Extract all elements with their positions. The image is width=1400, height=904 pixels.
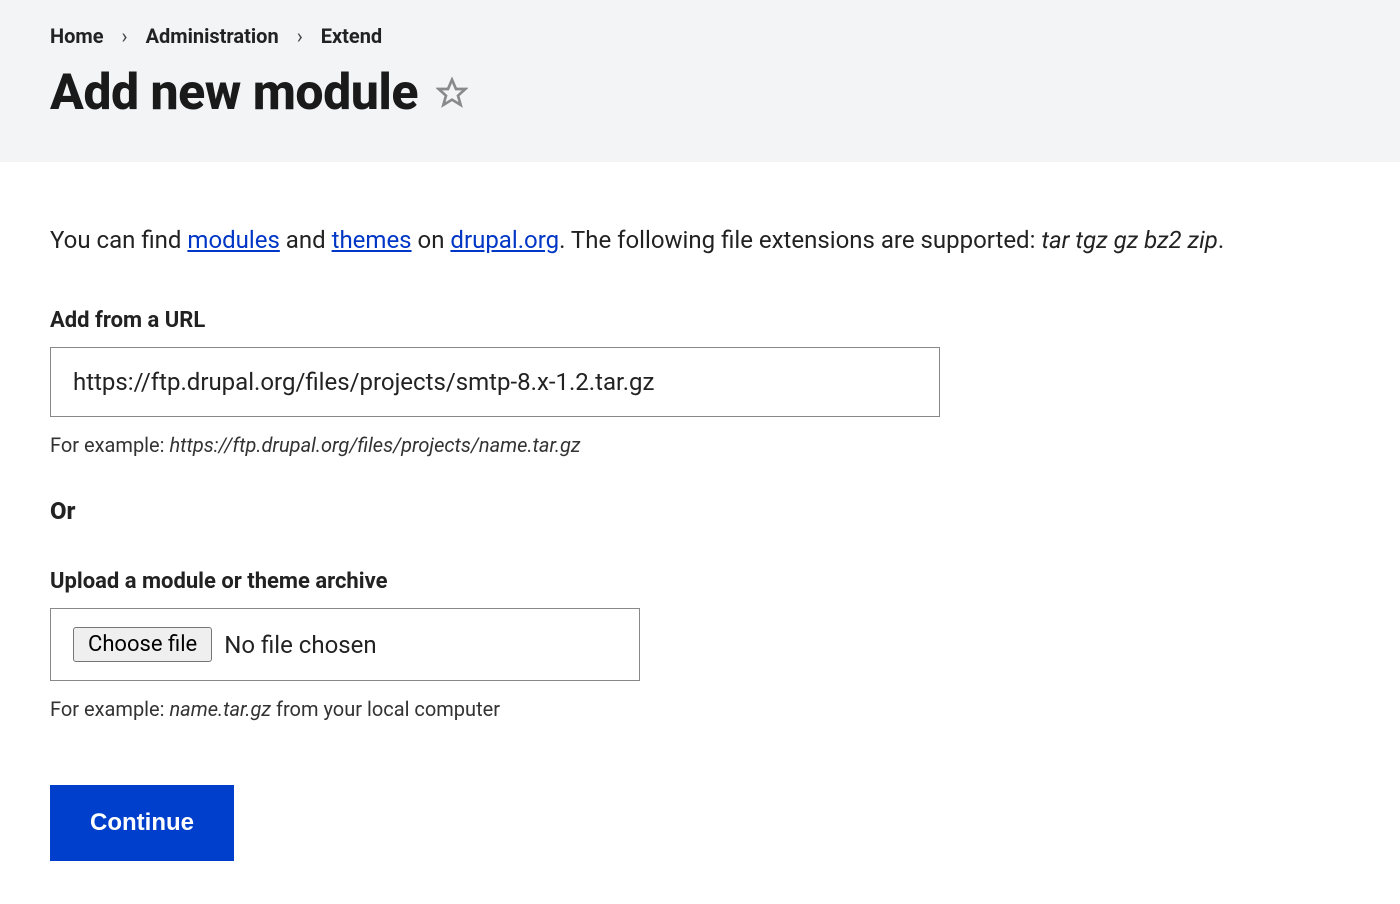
intro-text: You can find modules and themes on drupa…	[50, 222, 1350, 258]
continue-button[interactable]: Continue	[50, 785, 234, 861]
choose-file-button[interactable]: Choose file	[73, 627, 212, 662]
intro-and: and	[280, 226, 332, 254]
modules-link[interactable]: modules	[187, 226, 279, 254]
file-status: No file chosen	[224, 631, 376, 659]
upload-label: Upload a module or theme archive	[50, 569, 1350, 594]
url-help-prefix: For example:	[50, 433, 169, 457]
chevron-right-icon: ›	[122, 24, 128, 48]
breadcrumb-administration[interactable]: Administration	[146, 24, 279, 48]
breadcrumb-extend[interactable]: Extend	[321, 24, 382, 48]
page-content: You can find modules and themes on drupa…	[0, 162, 1400, 901]
intro-prefix: You can find	[50, 226, 187, 254]
url-help-text: For example: https://ftp.drupal.org/file…	[50, 433, 1350, 457]
upload-help-example: name.tar.gz	[169, 697, 271, 721]
or-separator: Or	[50, 497, 1350, 525]
url-label: Add from a URL	[50, 308, 1350, 333]
upload-help-suffix: from your local computer	[271, 697, 500, 721]
intro-suffix: . The following file extensions are supp…	[559, 226, 1041, 254]
page-title: Add new module	[50, 64, 418, 122]
intro-period: .	[1218, 226, 1224, 254]
page-header: Home › Administration › Extend Add new m…	[0, 0, 1400, 162]
url-section: Add from a URL For example: https://ftp.…	[50, 308, 1350, 457]
upload-section: Upload a module or theme archive Choose …	[50, 569, 1350, 721]
file-input[interactable]: Choose file No file chosen	[50, 608, 640, 681]
url-input[interactable]	[50, 347, 940, 417]
drupal-org-link[interactable]: drupal.org	[450, 226, 559, 254]
upload-help-prefix: For example:	[50, 697, 169, 721]
star-icon[interactable]	[436, 77, 468, 109]
upload-help-text: For example: name.tar.gz from your local…	[50, 697, 1350, 721]
breadcrumb-home[interactable]: Home	[50, 24, 104, 48]
page-title-row: Add new module	[50, 64, 1350, 122]
chevron-right-icon: ›	[297, 24, 303, 48]
themes-link[interactable]: themes	[332, 226, 412, 254]
breadcrumb: Home › Administration › Extend	[50, 24, 1350, 48]
url-help-example: https://ftp.drupal.org/files/projects/na…	[169, 433, 580, 457]
supported-extensions: tar tgz gz bz2 zip	[1041, 226, 1217, 254]
intro-on: on	[412, 226, 451, 254]
